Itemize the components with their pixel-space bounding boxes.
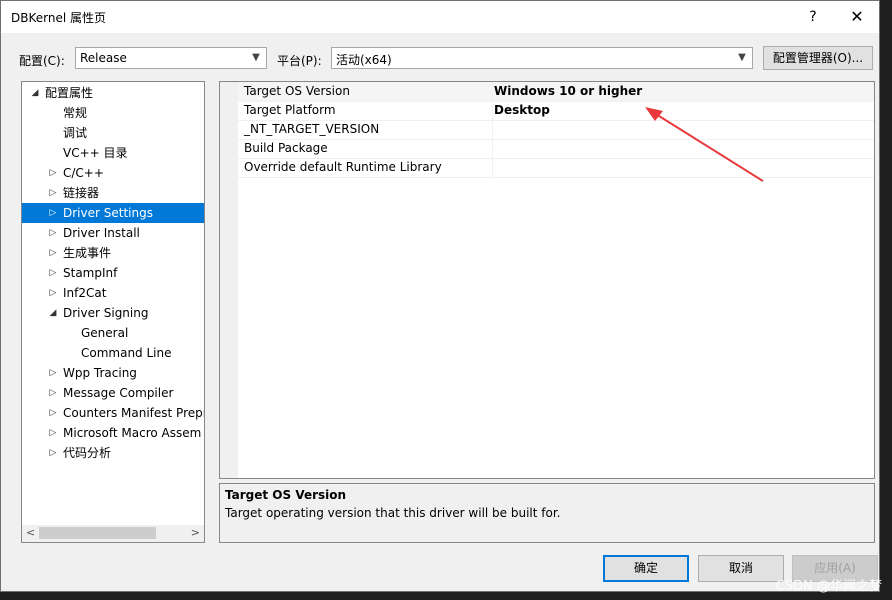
column-divider — [492, 158, 493, 177]
tree-item[interactable]: ▷ C/C++ — [22, 163, 204, 183]
tree-item[interactable]: VC++ 目录 — [22, 143, 204, 163]
tree-item-label: Microsoft Macro Assem — [63, 426, 202, 440]
platform-value: 活动(x64) — [336, 53, 392, 67]
scroll-right-icon[interactable]: > — [191, 526, 200, 539]
tree-item[interactable]: ▷ Driver Install — [22, 223, 204, 243]
grid-gutter — [220, 82, 238, 478]
chevron-down-icon: ▼ — [252, 52, 260, 63]
property-value[interactable]: Desktop — [494, 103, 550, 117]
property-name: Target OS Version — [244, 84, 350, 98]
tree-item-label: Inf2Cat — [63, 286, 107, 300]
config-manager-button[interactable]: 配置管理器(O)... — [763, 46, 873, 70]
tree-item[interactable]: Command Line — [22, 343, 204, 363]
scrollbar-thumb[interactable] — [39, 527, 156, 539]
tree-item-label: Wpp Tracing — [63, 366, 137, 380]
property-name: _NT_TARGET_VERSION — [244, 122, 380, 136]
expand-icon[interactable]: ▷ — [48, 263, 58, 283]
tree-item[interactable]: ▷ Message Compiler — [22, 383, 204, 403]
property-row[interactable]: Target Platform Desktop — [238, 101, 874, 121]
expand-icon[interactable]: ▷ — [48, 183, 58, 203]
config-dropdown[interactable]: Release ▼ — [75, 47, 267, 69]
description-text: Target operating version that this drive… — [225, 506, 561, 520]
watermark: CSDN @华阙之梦 — [775, 579, 882, 594]
tree-item-label: 配置属性 — [45, 86, 94, 100]
tree-item-label: Command Line — [81, 346, 172, 360]
column-divider — [492, 139, 493, 158]
tree-item-label: C/C++ — [63, 166, 104, 180]
property-row[interactable]: _NT_TARGET_VERSION — [238, 120, 874, 140]
expanded-icon[interactable]: ◢ — [48, 303, 58, 323]
tree-item[interactable]: ▷ 生成事件 — [22, 243, 204, 263]
config-label: 配置(C): — [19, 54, 65, 68]
tree-item[interactable]: ▷ Microsoft Macro Assem — [22, 423, 204, 443]
tree-item-label: VC++ 目录 — [63, 146, 128, 160]
description-panel: Target OS Version Target operating versi… — [219, 483, 875, 543]
close-button[interactable]: ✕ — [835, 1, 879, 33]
property-tree: ◢ 配置属性常规调试 VC++ 目录 ▷ C/C++ ▷ 链接器 ▷ Driver Settin… — [21, 81, 205, 543]
tree-item[interactable]: ▷ StampInf — [22, 263, 204, 283]
tree-item-label: Driver Settings — [63, 206, 153, 220]
tree-item[interactable]: ▷ 链接器 — [22, 183, 204, 203]
tree-item-label: 调试 — [63, 126, 88, 140]
property-row[interactable]: Target OS Version Windows 10 or higher — [238, 82, 874, 102]
tree-item[interactable]: ◢ 配置属性 — [22, 83, 204, 103]
tree-item-label: General — [81, 326, 129, 340]
property-value[interactable]: Windows 10 or higher — [494, 84, 642, 98]
scroll-left-icon[interactable]: < — [26, 526, 35, 539]
annotation-arrow-shaft — [650, 110, 764, 182]
column-divider — [492, 82, 493, 101]
config-value: Release — [80, 51, 127, 65]
expand-icon[interactable]: ▷ — [48, 383, 58, 403]
tree-item-label: Driver Install — [63, 226, 140, 240]
tree-item[interactable]: ▷ Inf2Cat — [22, 283, 204, 303]
expand-icon[interactable]: ▷ — [48, 403, 58, 423]
property-row[interactable]: Override default Runtime Library — [238, 158, 874, 178]
tree-item-label: 代码分析 — [63, 446, 112, 460]
tree-item[interactable]: General — [22, 323, 204, 343]
annotation-arrow-icon — [645, 107, 764, 182]
tree-item-label: 生成事件 — [63, 246, 112, 260]
tree-item[interactable]: 调试 — [22, 123, 204, 143]
expand-icon[interactable]: ▷ — [48, 443, 58, 463]
tree-item[interactable]: 常规 — [22, 103, 204, 123]
ok-button[interactable]: 确定 — [603, 555, 689, 582]
tree-item[interactable]: ▷ Driver Settings — [22, 203, 204, 223]
tree-item[interactable]: ▷ Counters Manifest Prepr — [22, 403, 204, 423]
tree-item[interactable]: ▷ Wpp Tracing — [22, 363, 204, 383]
help-button[interactable]: ? — [791, 1, 835, 33]
property-name: Target Platform — [244, 103, 336, 117]
title-bar: DBKernel 属性页 ? ✕ — [1, 1, 879, 33]
annotation-arrow-head — [645, 107, 663, 121]
property-row[interactable]: Build Package — [238, 139, 874, 159]
property-name: Build Package — [244, 141, 328, 155]
cancel-button[interactable]: 取消 — [698, 555, 784, 582]
window-title: DBKernel 属性页 — [11, 11, 106, 25]
expand-icon[interactable]: ▷ — [48, 163, 58, 183]
tree-item-label: 链接器 — [63, 186, 100, 200]
expand-icon[interactable]: ▷ — [48, 203, 58, 223]
expanded-icon[interactable]: ◢ — [30, 83, 40, 103]
tree-item[interactable]: ◢ Driver Signing — [22, 303, 204, 323]
expand-icon[interactable]: ▷ — [48, 223, 58, 243]
property-grid: Target OS Version Windows 10 or higher Tar… — [219, 81, 875, 479]
tree-horizontal-scrollbar[interactable]: < > — [22, 525, 204, 542]
tree-item-label: Counters Manifest Prepr — [63, 406, 205, 420]
property-name: Override default Runtime Library — [244, 160, 442, 174]
chevron-down-icon: ▼ — [738, 52, 746, 63]
tree-item-label: Driver Signing — [63, 306, 149, 320]
column-divider — [492, 101, 493, 120]
platform-label: 平台(P): — [277, 54, 322, 68]
tree-item[interactable]: ▷ 代码分析 — [22, 443, 204, 463]
tree-item-label: 常规 — [63, 106, 88, 120]
platform-dropdown[interactable]: 活动(x64) ▼ — [331, 47, 753, 69]
expand-icon[interactable]: ▷ — [48, 363, 58, 383]
property-pages-dialog: DBKernel 属性页 ? ✕ 配置(C): Release ▼ 平台(P):… — [0, 0, 880, 592]
expand-icon[interactable]: ▷ — [48, 283, 58, 303]
expand-icon[interactable]: ▷ — [48, 423, 58, 443]
description-title: Target OS Version — [225, 488, 347, 502]
column-divider — [492, 120, 493, 139]
tree-item-label: StampInf — [63, 266, 118, 280]
expand-icon[interactable]: ▷ — [48, 243, 58, 263]
tree-item-label: Message Compiler — [63, 386, 174, 400]
